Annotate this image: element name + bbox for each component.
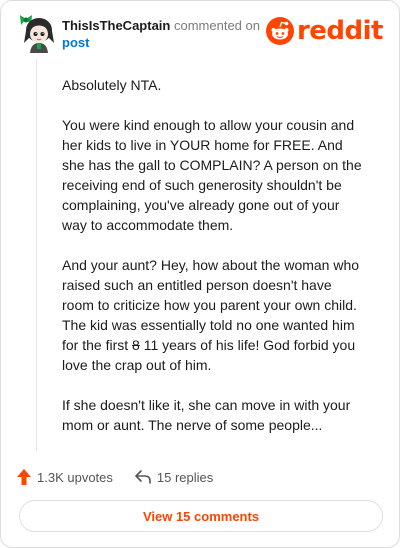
comment-body: Absolutely NTA. You were kind enough to …: [62, 75, 362, 435]
comment-paragraph-2: You were kind enough to allow your cousi…: [62, 117, 362, 233]
avatar-image: [20, 15, 54, 53]
comment-paragraph-3: And your aunt? Hey, how about the woman …: [62, 255, 362, 375]
comment-byline: ThisIsTheCaptain commented on post: [62, 17, 282, 51]
reddit-wordmark: reddit: [296, 16, 384, 46]
comment-card: ThisIsTheCaptain commented on post reddi…: [0, 0, 400, 548]
struck-text: 8: [132, 337, 140, 353]
reddit-logo[interactable]: reddit: [265, 16, 384, 46]
upvote-count: 1.3K upvotes: [37, 469, 113, 485]
username-link[interactable]: ThisIsTheCaptain: [62, 18, 170, 33]
avatar[interactable]: [17, 13, 57, 53]
view-comments-label: View 15 comments: [142, 508, 260, 524]
comment-actions: 1.3K upvotes 15 replies: [17, 467, 213, 487]
action-text: commented on: [173, 18, 260, 33]
thread-line: [36, 59, 37, 451]
upvote-button[interactable]: 1.3K upvotes: [17, 469, 113, 485]
reddit-snoo-icon: [265, 17, 294, 45]
replies-button[interactable]: 15 replies: [135, 470, 213, 485]
reply-arrow-icon: [135, 470, 151, 484]
comment-paragraph-4: If she doesn't like it, she can move in …: [62, 397, 351, 433]
comment-header: ThisIsTheCaptain commented on post reddi…: [17, 13, 384, 53]
upvote-arrow-icon: [17, 469, 31, 485]
post-link[interactable]: post: [62, 34, 282, 51]
comment-paragraph-1: Absolutely NTA.: [62, 77, 162, 93]
view-comments-button[interactable]: View 15 comments: [19, 500, 383, 532]
reply-count: 15 replies: [156, 469, 214, 485]
